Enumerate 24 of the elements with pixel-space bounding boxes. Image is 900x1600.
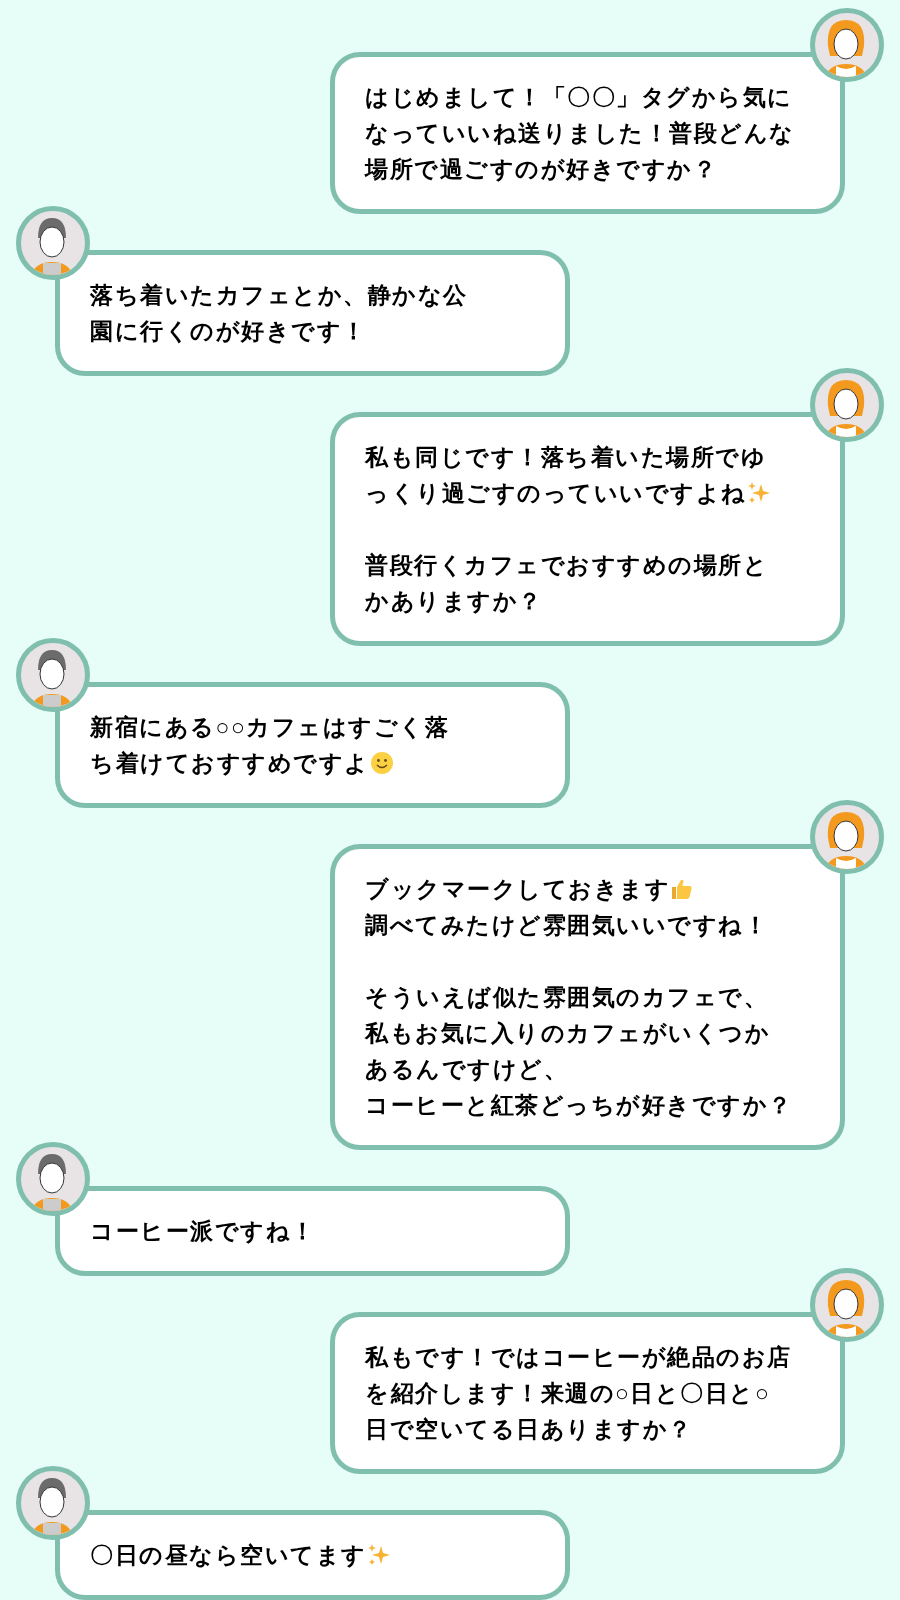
message-text: 新宿にある○○カフェはすごく落: [90, 713, 450, 742]
message-text: コーヒー派ですね！: [90, 1217, 316, 1246]
message-text: 〇日の昼なら空いてます: [90, 1541, 367, 1570]
message-text: 調べてみたけど雰囲気いいですね！: [365, 911, 768, 940]
message-text: そういえば似た雰囲気のカフェで、: [365, 983, 768, 1012]
message-text: 日で空いてる日ありますか？: [365, 1415, 693, 1444]
message-text: ブックマークしておきます: [365, 875, 670, 904]
message-text: 普段行くカフェでおすすめの場所と: [365, 551, 768, 580]
smiley-icon: [369, 751, 394, 775]
message-text: を紹介します！来週の○日と〇日と○: [365, 1379, 771, 1408]
message-text: あるんですけど、: [365, 1055, 568, 1084]
message-text: コーヒーと紅茶どっちが好きですか？: [365, 1091, 793, 1120]
message-text: ち着けておすすめですよ: [90, 749, 370, 778]
message-text: はじめまして！「〇〇」タグから気に: [365, 83, 793, 112]
thumbs-up-icon: [670, 877, 694, 901]
message-text: 園に行くのが好きです！: [90, 317, 367, 346]
message-text: なっていいね送りました！普段どんな: [365, 119, 795, 148]
message-text: っくり過ごすのっていいですよね: [365, 479, 747, 508]
message-text: かありますか？: [365, 587, 543, 616]
message-text: 私も同じです！落ち着いた場所でゆ: [365, 443, 766, 472]
message-text: 私もです！ではコーヒーが絶品のお店: [365, 1343, 792, 1372]
message-text: 私もお気に入りのカフェがいくつか: [365, 1019, 770, 1048]
message-text: 落ち着いたカフェとか、静かな公: [90, 281, 468, 310]
message-text: 場所で過ごすのが好きですか？: [365, 155, 717, 184]
